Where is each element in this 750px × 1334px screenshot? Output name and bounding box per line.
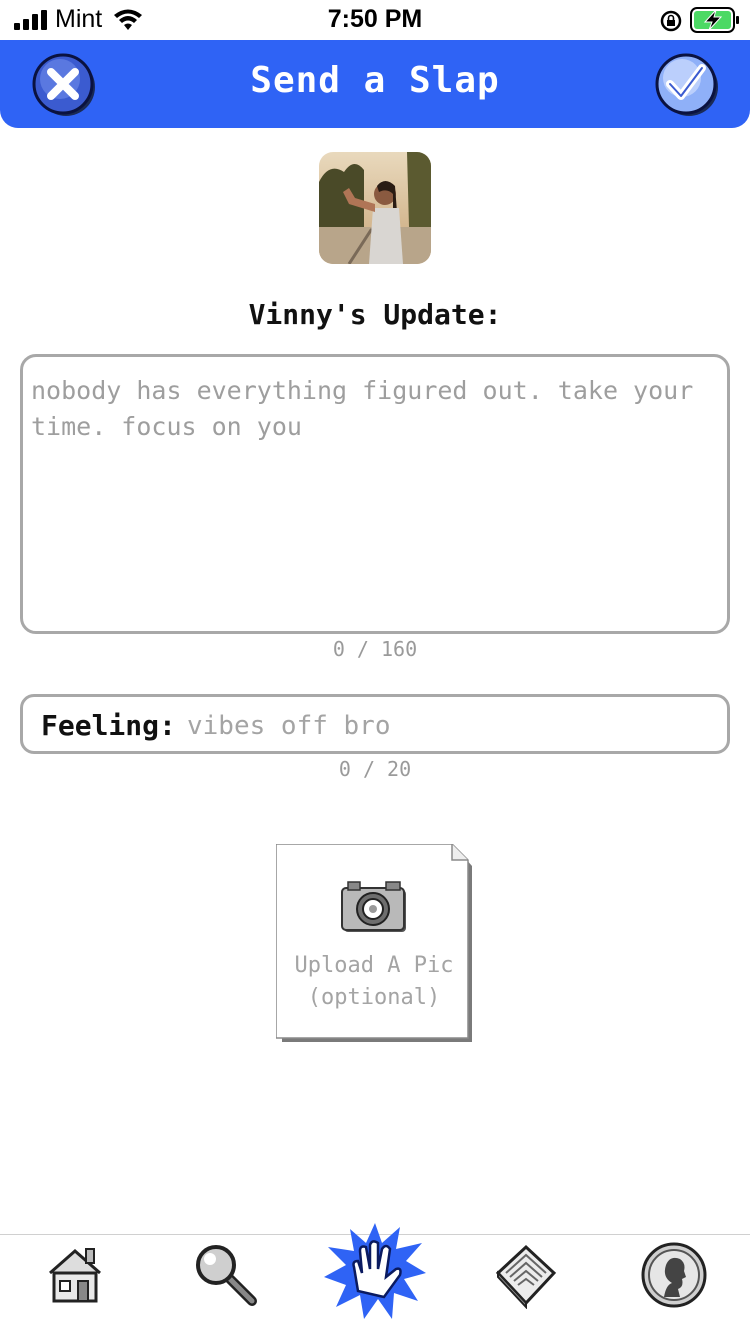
camera-icon	[341, 881, 406, 932]
home-icon	[49, 1248, 101, 1303]
update-placeholder: nobody has everything figured out. take …	[31, 376, 694, 441]
nav-bar: Send a Slap	[0, 40, 750, 128]
slap-hand-icon	[324, 1223, 426, 1319]
status-bar: Mint 7:50 PM	[0, 0, 750, 40]
tab-news[interactable]	[492, 1243, 558, 1310]
update-textarea[interactable]: nobody has everything figured out. take …	[20, 354, 730, 634]
status-time: 7:50 PM	[327, 5, 423, 33]
tab-home[interactable]	[46, 1243, 104, 1305]
confirm-button[interactable]	[654, 52, 720, 118]
upload-label: Upload A Pic (optional)	[276, 950, 472, 1014]
upload-label-line1: Upload A Pic	[294, 953, 454, 978]
feeling-label: Feeling:	[41, 709, 176, 742]
battery-icon	[690, 7, 739, 33]
feeling-char-counter: 0 / 20	[338, 757, 412, 781]
feeling-field[interactable]: Feeling: vibes off bro	[20, 694, 730, 754]
update-label: Vinny's Update:	[248, 298, 502, 331]
search-icon	[196, 1245, 257, 1306]
upload-label-line2: (optional)	[307, 985, 441, 1010]
update-char-counter: 0 / 160	[332, 637, 418, 661]
upload-pic-button[interactable]: Upload A Pic (optional)	[276, 844, 472, 1042]
tab-profile[interactable]	[640, 1241, 708, 1309]
feeling-placeholder: vibes off bro	[187, 711, 391, 741]
rotation-lock-icon	[660, 10, 682, 32]
avatar	[319, 152, 431, 264]
newspaper-icon	[495, 1244, 557, 1310]
checkmark-icon	[655, 53, 718, 116]
tab-bar	[0, 1223, 750, 1334]
profile-icon	[641, 1242, 707, 1308]
nav-title: Send a Slap	[250, 60, 500, 101]
tab-slap[interactable]	[322, 1221, 428, 1321]
tab-search[interactable]	[192, 1241, 258, 1307]
